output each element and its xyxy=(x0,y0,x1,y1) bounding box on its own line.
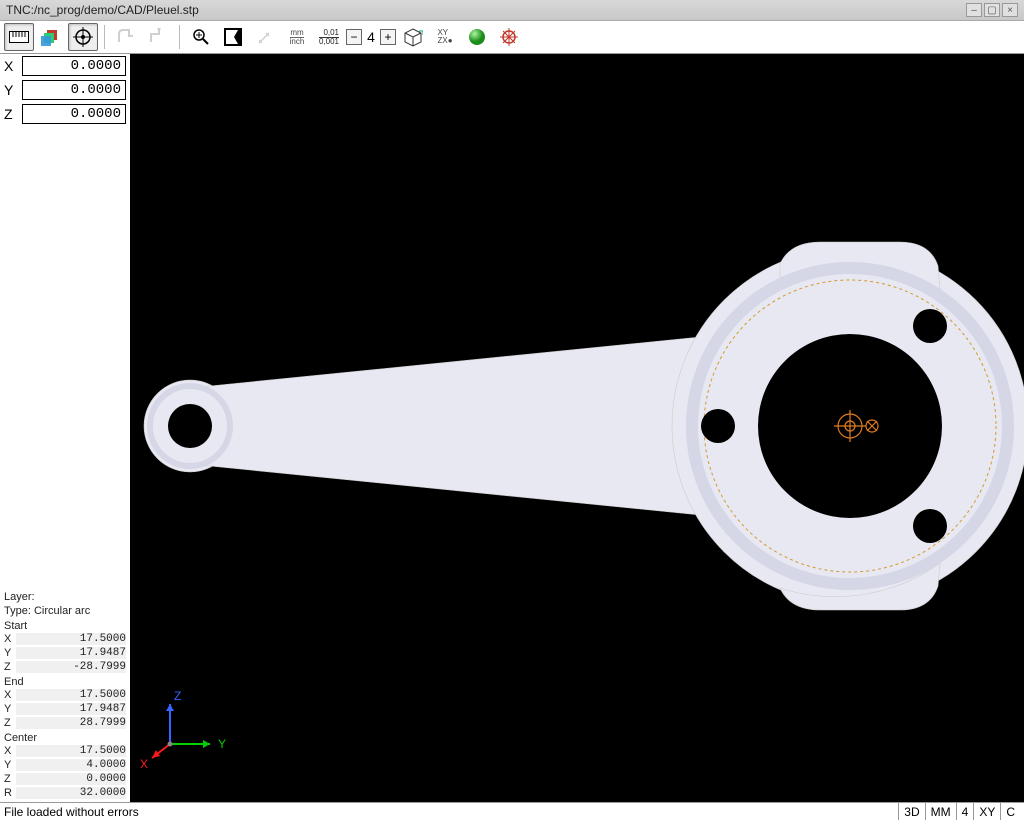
step-minus-button[interactable]: − xyxy=(346,29,362,45)
svg-text:Y: Y xyxy=(218,737,226,751)
measure-button[interactable] xyxy=(250,23,280,51)
coord-x-label: X xyxy=(4,58,18,74)
info-center-header: Center xyxy=(4,730,126,744)
units-toggle-button[interactable]: mm inch xyxy=(282,23,312,51)
minimize-button[interactable]: – xyxy=(966,3,982,17)
precision-button[interactable]: 0,01 0,001 xyxy=(314,23,344,51)
title-bar: TNC:/nc_prog/demo/CAD/Pleuel.stp – ▢ × xyxy=(0,0,1024,20)
info-type-label: Type: xyxy=(4,605,31,617)
cad-model-render: Y Z X xyxy=(130,54,1024,802)
info-end-x: 17.5000 xyxy=(16,689,126,701)
window-title: TNC:/nc_prog/demo/CAD/Pleuel.stp xyxy=(6,3,966,17)
crosshair-target-icon xyxy=(73,27,93,47)
cad-viewport[interactable]: Y Z X xyxy=(130,54,1024,802)
step-controls: − 4 + xyxy=(346,29,396,45)
contour-export-icon xyxy=(117,28,135,46)
info-start-header: Start xyxy=(4,618,126,632)
svg-text:Z: Z xyxy=(174,689,181,703)
flag-icon xyxy=(224,28,242,46)
status-message: File loaded without errors xyxy=(4,805,898,819)
status-cell-mm[interactable]: MM xyxy=(925,803,956,820)
plane-select-button[interactable]: XY ZX● xyxy=(430,23,460,51)
cube-icon xyxy=(403,27,423,47)
info-end-z: 28.7999 xyxy=(16,717,126,729)
step-plus-button[interactable]: + xyxy=(380,29,396,45)
layers-button[interactable] xyxy=(36,23,66,51)
status-cell-c[interactable]: C xyxy=(1000,803,1020,820)
close-button[interactable]: × xyxy=(1002,3,1018,17)
coord-x-value[interactable]: 0.0000 xyxy=(22,56,126,76)
coord-z-row: Z 0.0000 xyxy=(0,102,130,126)
datum-reset-button[interactable] xyxy=(494,23,524,51)
origin-button[interactable] xyxy=(68,23,98,51)
ruler-toggle-button[interactable] xyxy=(4,23,34,51)
coord-y-row: Y 0.0000 xyxy=(0,78,130,102)
info-center-r: 32.0000 xyxy=(16,787,126,799)
coord-y-label: Y xyxy=(4,82,18,98)
caliper-icon xyxy=(256,28,274,46)
points-export-icon xyxy=(149,28,167,46)
sidebar: X 0.0000 Y 0.0000 Z 0.0000 Layer: Type: … xyxy=(0,54,130,802)
info-layer-value xyxy=(56,591,126,603)
export-points-button[interactable] xyxy=(143,23,173,51)
datum-crosshair-icon xyxy=(499,27,519,47)
maximize-button[interactable]: ▢ xyxy=(984,3,1000,17)
info-start-z: -28.7999 xyxy=(16,661,126,673)
status-cell-3d[interactable]: 3D xyxy=(898,803,924,820)
info-start-y: 17.9487 xyxy=(16,647,126,659)
invert-colors-button[interactable] xyxy=(218,23,248,51)
coord-x-row: X 0.0000 xyxy=(0,54,130,78)
coord-z-label: Z xyxy=(4,106,18,122)
ruler-icon xyxy=(8,28,30,46)
info-type-value: Circular arc xyxy=(34,605,126,617)
status-light xyxy=(462,23,492,51)
view-cube-button[interactable] xyxy=(398,23,428,51)
info-layer-label: Layer: xyxy=(4,591,35,603)
green-sphere-icon xyxy=(468,28,486,46)
coord-z-value[interactable]: 0.0000 xyxy=(22,104,126,124)
status-cell-plane[interactable]: XY xyxy=(973,803,1000,820)
status-bar: File loaded without errors 3D MM 4 XY C xyxy=(0,802,1024,820)
svg-text:X: X xyxy=(140,757,148,771)
info-center-x: 17.5000 xyxy=(16,745,126,757)
export-contour-button[interactable] xyxy=(111,23,141,51)
info-end-header: End xyxy=(4,674,126,688)
info-center-z: 0.0000 xyxy=(16,773,126,785)
coord-y-value[interactable]: 0.0000 xyxy=(22,80,126,100)
plane-xy-icon: XY ZX● xyxy=(437,29,452,45)
zoom-window-button[interactable] xyxy=(186,23,216,51)
toolbar: mm inch 0,01 0,001 − 4 + XY ZX● xyxy=(0,20,1024,54)
info-center-y: 4.0000 xyxy=(16,759,126,771)
element-info-panel: Layer: Type: Circular arc Start X17.5000… xyxy=(0,588,130,802)
layers-icon xyxy=(41,28,61,46)
step-value: 4 xyxy=(364,29,378,45)
status-cell-precision[interactable]: 4 xyxy=(956,803,974,820)
info-start-x: 17.5000 xyxy=(16,633,126,645)
info-end-y: 17.9487 xyxy=(16,703,126,715)
magnifier-plus-icon xyxy=(192,28,210,46)
mm-inch-icon: mm inch xyxy=(290,29,305,46)
